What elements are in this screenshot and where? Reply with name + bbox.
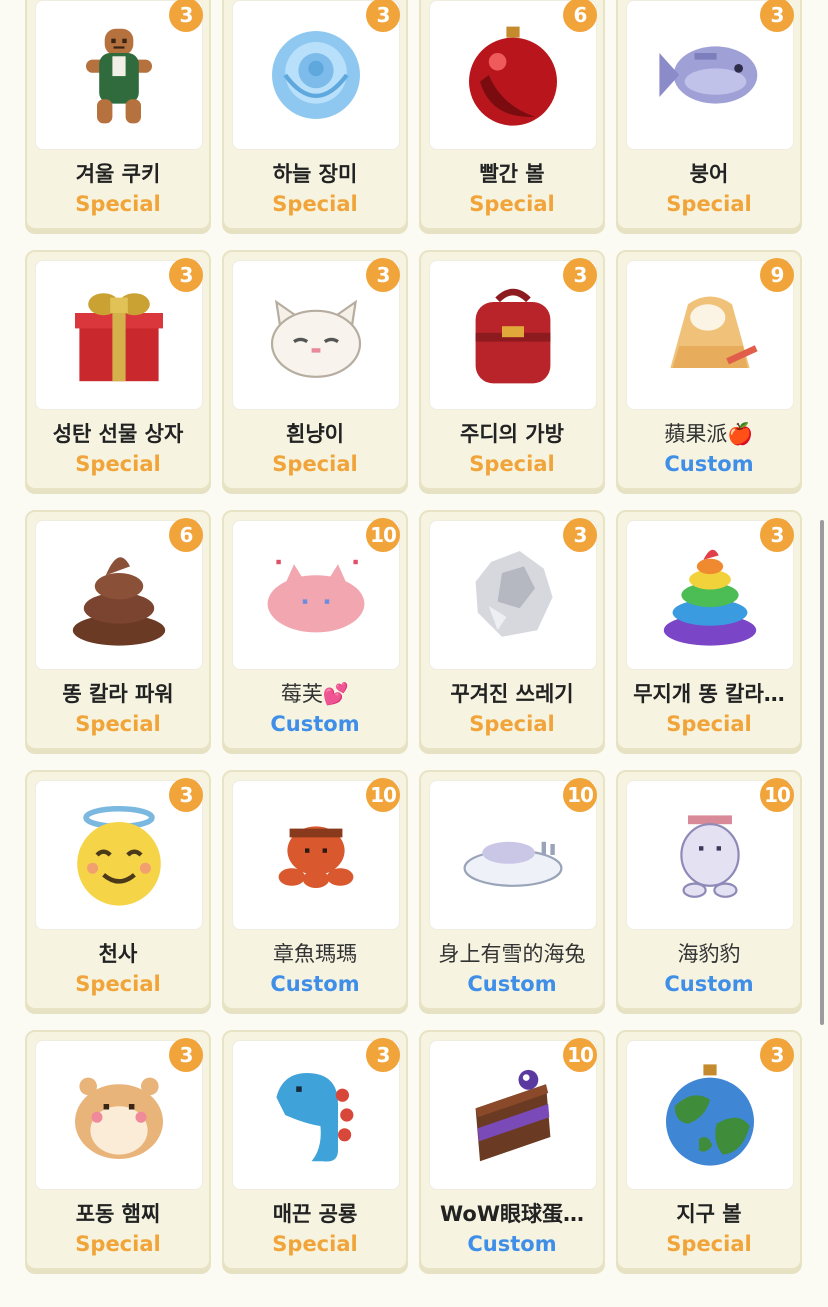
count-badge: 3: [169, 778, 203, 812]
red-backpack-icon: [475, 288, 551, 384]
fish-bread-icon: [659, 46, 758, 104]
octopus-icon: [278, 826, 354, 888]
item-type-label: Special: [272, 1232, 358, 1256]
poop-icon: [72, 557, 166, 646]
item-name: 하늘 장미: [272, 162, 358, 186]
item-card[interactable]: 3 천사 Special: [25, 770, 211, 1010]
item-card[interactable]: 6 똥 칼라 파워 Special: [25, 510, 211, 750]
item-card[interactable]: 3 포동 햄찌 Special: [25, 1030, 211, 1270]
item-card[interactable]: 3 붕어 Special: [616, 0, 802, 230]
item-type-label: Special: [75, 972, 161, 996]
item-card[interactable]: 3 성탄 선물 상자 Special: [25, 250, 211, 490]
item-name: 章魚瑪瑪: [273, 942, 357, 966]
count-badge: 10: [760, 778, 794, 812]
item-card[interactable]: 10 身上有雪的海兔 Custom: [419, 770, 605, 1010]
item-name: 무지개 똥 칼라…: [633, 682, 785, 706]
item-type-label: Special: [272, 192, 358, 216]
item-name: 천사: [98, 942, 138, 966]
item-card[interactable]: 3 꾸겨진 쓰레기 Special: [419, 510, 605, 750]
white-cat-icon: [270, 299, 362, 378]
item-card[interactable]: 3 지구 볼 Special: [616, 1030, 802, 1270]
cake-slice-icon: [475, 1069, 551, 1162]
item-name: 꾸겨진 쓰레기: [450, 682, 574, 706]
item-name: 莓芙💕: [280, 682, 350, 706]
item-card[interactable]: 3 매끈 공룡 Special: [222, 1030, 408, 1270]
item-name: 海豹豹: [677, 942, 741, 966]
crumpled-paper-icon: [475, 551, 553, 637]
item-name: 똥 칼라 파워: [62, 682, 174, 706]
item-type-label: Custom: [270, 972, 360, 996]
count-badge: 3: [563, 258, 597, 292]
earth-ornament-icon: [666, 1064, 754, 1166]
item-card[interactable]: 3 무지개 똥 칼라… Special: [616, 510, 802, 750]
item-name: 蘋果派🍎: [664, 422, 754, 446]
count-badge: 3: [760, 1038, 794, 1072]
item-type-label: Special: [75, 192, 161, 216]
item-type-label: Custom: [664, 452, 754, 476]
item-name: 지구 볼: [676, 1202, 742, 1226]
item-type-label: Special: [272, 452, 358, 476]
item-type-label: Special: [666, 712, 752, 736]
item-name: 포동 햄찌: [75, 1202, 161, 1226]
scrollbar[interactable]: [820, 520, 824, 1025]
item-card[interactable]: 3 흰냥이 Special: [222, 250, 408, 490]
count-badge: 10: [366, 778, 400, 812]
angel-emoji-icon: [77, 806, 161, 906]
gift-box-icon: [75, 293, 163, 382]
item-card[interactable]: 3 주디의 가방 Special: [419, 250, 605, 490]
item-card[interactable]: 10 莓芙💕 Custom: [222, 510, 408, 750]
pink-creature-icon: [267, 559, 365, 633]
item-type-label: Special: [469, 452, 555, 476]
count-badge: 10: [563, 1038, 597, 1072]
count-badge: 3: [563, 518, 597, 552]
red-ornament-icon: [469, 26, 557, 126]
item-card[interactable]: 10 WoW眼球蛋… Custom: [419, 1030, 605, 1270]
apple-pie-icon: [670, 296, 758, 368]
item-type-label: Special: [469, 192, 555, 216]
item-type-label: Special: [75, 452, 161, 476]
hamster-icon: [75, 1077, 163, 1159]
item-name: 주디의 가방: [460, 422, 564, 446]
item-card[interactable]: 10 海豹豹 Custom: [616, 770, 802, 1010]
dinosaur-icon: [276, 1073, 354, 1162]
item-type-label: Special: [469, 712, 555, 736]
item-type-label: Special: [666, 192, 752, 216]
count-badge: 3: [169, 258, 203, 292]
item-name: 빨간 볼: [479, 162, 545, 186]
item-name: 매끈 공룡: [272, 1202, 358, 1226]
item-type-label: Custom: [664, 972, 754, 996]
item-type-label: Special: [75, 712, 161, 736]
count-badge: 10: [563, 778, 597, 812]
item-card[interactable]: 9 蘋果派🍎 Custom: [616, 250, 802, 490]
count-badge: 6: [169, 518, 203, 552]
count-badge: 10: [366, 518, 400, 552]
count-badge: 3: [169, 1038, 203, 1072]
item-card[interactable]: 10 章魚瑪瑪 Custom: [222, 770, 408, 1010]
item-type-label: Special: [666, 1232, 752, 1256]
item-type-label: Special: [75, 1232, 161, 1256]
count-badge: 9: [760, 258, 794, 292]
rainbow-poop-icon: [663, 549, 757, 646]
item-card[interactable]: 6 빨간 볼 Special: [419, 0, 605, 230]
sea-bunny-icon: [463, 841, 563, 887]
item-type-label: Custom: [467, 1232, 557, 1256]
item-name: 겨울 쿠키: [75, 162, 161, 186]
count-badge: 3: [366, 258, 400, 292]
item-name: 성탄 선물 상자: [52, 422, 184, 446]
count-badge: 3: [760, 518, 794, 552]
blue-rose-icon: [272, 31, 360, 119]
item-type-label: Custom: [467, 972, 557, 996]
item-name: 흰냥이: [286, 422, 344, 446]
item-card[interactable]: 3 겨울 쿠키 Special: [25, 0, 211, 230]
item-grid: 3 겨울 쿠키 Special 3 하늘 장미 Special 6 빨간 볼 S…: [0, 0, 802, 1270]
item-type-label: Custom: [270, 712, 360, 736]
item-name: WoW眼球蛋…: [439, 1202, 584, 1226]
seal-icon: [680, 815, 740, 898]
item-card[interactable]: 3 하늘 장미 Special: [222, 0, 408, 230]
count-badge: 3: [366, 1038, 400, 1072]
item-name: 붕어: [689, 162, 729, 186]
item-name: 身上有雪的海兔: [438, 942, 586, 966]
gingerbread-cookie-icon: [86, 28, 152, 124]
